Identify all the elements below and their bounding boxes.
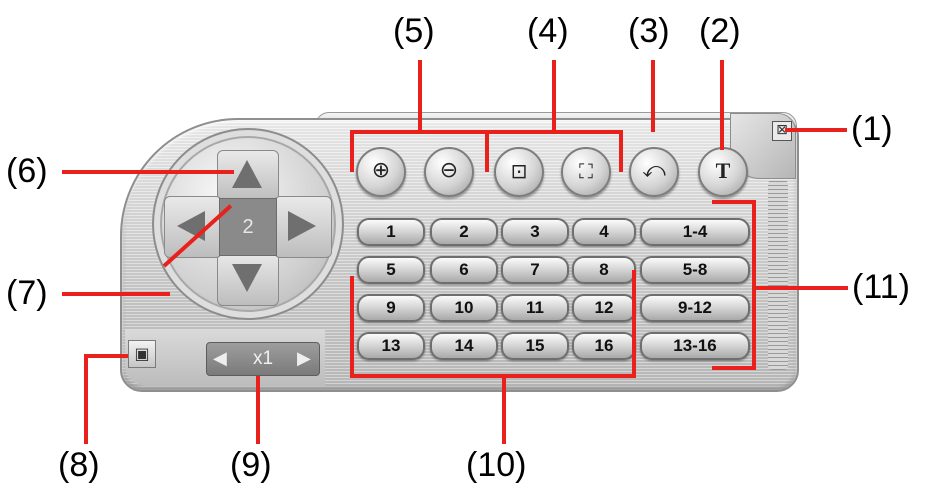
callout-line-4-left xyxy=(485,130,489,172)
callout-line-5-bar xyxy=(350,130,488,134)
speed-increase-icon[interactable]: ▶ xyxy=(297,349,311,369)
channel-button-16[interactable]: 16 xyxy=(572,332,636,360)
callout-line-2 xyxy=(720,60,724,150)
channel-button-14[interactable]: 14 xyxy=(430,332,498,360)
arrow-up-icon xyxy=(232,160,262,188)
channel-button-15[interactable]: 15 xyxy=(501,332,569,360)
callout-line-10-stem xyxy=(502,376,506,444)
callout-label-1: (1) xyxy=(851,110,893,148)
channel-button-9[interactable]: 9 xyxy=(357,294,425,322)
arrow-down-icon xyxy=(232,264,262,292)
auto-pan-button[interactable]: ⤺ xyxy=(629,147,679,197)
callout-line-10-left xyxy=(350,276,354,376)
channel-button-8[interactable]: 8 xyxy=(572,256,636,284)
callout-label-6: (6) xyxy=(6,152,48,190)
zoom-in-button[interactable]: ⊕ xyxy=(356,147,406,197)
channel-button-1[interactable]: 1 xyxy=(357,218,425,246)
callout-line-11-top xyxy=(712,200,756,204)
channel-button-11[interactable]: 11 xyxy=(501,294,569,322)
channel-button-10[interactable]: 10 xyxy=(430,294,498,322)
callout-label-4: (4) xyxy=(527,12,569,50)
callout-line-4-stem xyxy=(552,60,556,132)
callout-line-5-left xyxy=(350,130,354,172)
callout-line-8-v xyxy=(84,354,88,444)
callout-line-6 xyxy=(62,170,234,174)
channel-button-7[interactable]: 7 xyxy=(501,256,569,284)
group-button-1-4[interactable]: 1-4 xyxy=(640,218,750,246)
setup-button[interactable]: T xyxy=(698,147,748,197)
callout-line-10-right xyxy=(632,270,636,376)
group-button-13-16[interactable]: 13-16 xyxy=(640,332,750,360)
callout-line-5-stem xyxy=(418,60,422,132)
speed-control: ◀ x1 ▶ xyxy=(206,342,320,376)
save-icon[interactable]: ▣ xyxy=(128,340,156,368)
channel-button-3[interactable]: 3 xyxy=(501,218,569,246)
callout-line-8-h xyxy=(84,354,128,358)
callout-line-4-right xyxy=(619,130,623,172)
callout-line-7-h xyxy=(62,292,170,296)
arrow-right-icon xyxy=(288,211,316,241)
channel-button-6[interactable]: 6 xyxy=(430,256,498,284)
focus-out-button[interactable]: ⛶ xyxy=(561,147,611,197)
callout-line-3 xyxy=(651,60,655,132)
callout-label-9: (9) xyxy=(230,446,272,484)
arrow-left-icon xyxy=(177,211,205,241)
callout-label-10: (10) xyxy=(466,446,527,484)
group-button-9-12[interactable]: 9-12 xyxy=(640,294,750,322)
callout-label-11: (11) xyxy=(852,268,910,306)
callout-label-5: (5) xyxy=(393,12,435,50)
speed-value: x1 xyxy=(252,348,274,369)
channel-button-2[interactable]: 2 xyxy=(430,218,498,246)
zoom-out-button[interactable]: ⊖ xyxy=(424,147,474,197)
callout-label-2: (2) xyxy=(699,12,741,50)
callout-line-1 xyxy=(785,128,847,132)
channel-button-12[interactable]: 12 xyxy=(572,294,636,322)
callout-label-3: (3) xyxy=(628,12,670,50)
channel-button-5[interactable]: 5 xyxy=(357,256,425,284)
channel-button-4[interactable]: 4 xyxy=(572,218,636,246)
callout-label-7: (7) xyxy=(6,274,48,312)
callout-line-9 xyxy=(256,376,260,444)
group-button-5-8[interactable]: 5-8 xyxy=(640,256,750,284)
callout-line-4-bar xyxy=(485,130,623,134)
speed-decrease-icon[interactable]: ◀ xyxy=(213,349,227,369)
callout-line-11-bottom xyxy=(712,366,756,370)
callout-line-11-v xyxy=(752,200,756,370)
channel-button-13[interactable]: 13 xyxy=(357,332,425,360)
panel-grille xyxy=(768,180,788,370)
focus-in-button[interactable]: ⊡ xyxy=(494,147,544,197)
callout-line-11-h xyxy=(752,286,848,290)
callout-label-8: (8) xyxy=(58,446,100,484)
callout-line-10-bar xyxy=(350,374,636,378)
